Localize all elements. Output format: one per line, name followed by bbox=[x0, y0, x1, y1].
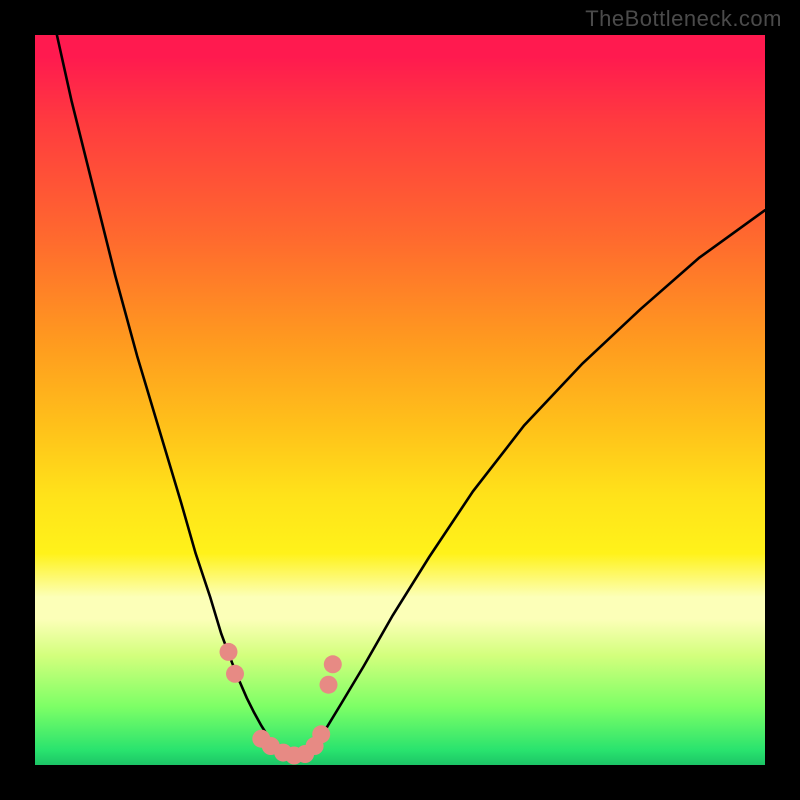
data-dots bbox=[220, 643, 342, 765]
watermark-text: TheBottleneck.com bbox=[585, 6, 782, 32]
plot-area bbox=[35, 35, 765, 765]
plot-svg bbox=[35, 35, 765, 765]
data-dot bbox=[312, 725, 330, 743]
curve-left-branch bbox=[57, 35, 283, 756]
chart-frame: TheBottleneck.com bbox=[0, 0, 800, 800]
data-dot bbox=[320, 676, 338, 694]
curve-right-branch bbox=[305, 210, 765, 756]
data-dot bbox=[324, 655, 342, 673]
data-dot bbox=[226, 665, 244, 683]
data-dot bbox=[220, 643, 238, 661]
